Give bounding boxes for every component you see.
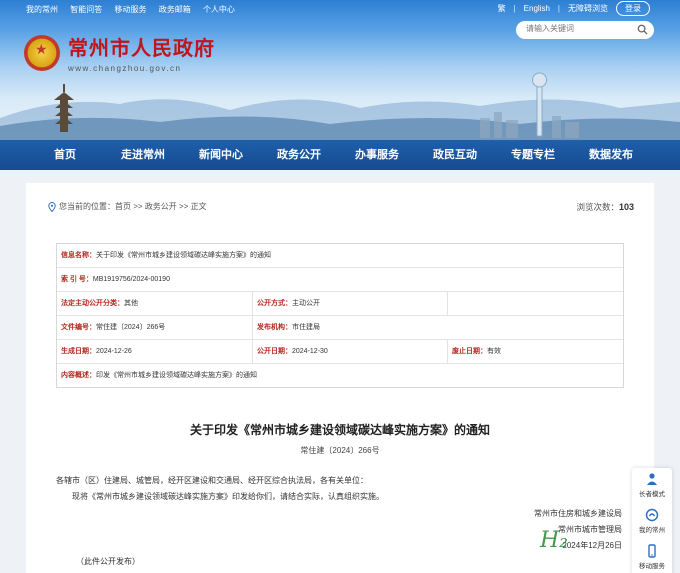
info-row: 生成日期：2024-12-26 公开日期：2024-12-30 废止日期：有效	[57, 340, 623, 364]
summary-label: 内容概述：	[61, 372, 96, 379]
publish-date-value: 2024-12-30	[292, 348, 328, 355]
top-link-my-changzhou[interactable]: 我的常州	[26, 5, 58, 14]
breadcrumb-prefix: 您当前的位置：	[59, 202, 115, 211]
info-name-label: 信息名称：	[61, 252, 96, 259]
info-row: 信息名称：关于印发《常州市城乡建设领域碳达峰实施方案》的通知	[57, 244, 623, 268]
article-doc-number: 常住建〔2024〕266号	[300, 446, 380, 455]
publication-note: （此件公开发布）	[76, 557, 140, 566]
top-bar: 我的常州 智能问答 移动服务 政务邮箱 个人中心 繁 | English | 无…	[0, 0, 680, 18]
separator: |	[557, 4, 560, 13]
top-link-gov-mail[interactable]: 政务邮箱	[159, 5, 191, 14]
open-mode-label: 公开方式：	[257, 300, 292, 307]
breadcrumb-current: 正文	[190, 202, 207, 211]
my-changzhou-label: 我的常州	[639, 527, 665, 534]
separator: |	[513, 4, 516, 13]
doc-no-label: 文件编号：	[61, 324, 96, 331]
nav-services[interactable]: 办事服务	[338, 140, 416, 170]
doc-no-value: 常住建〔2024〕266号	[96, 324, 166, 331]
issuer-label: 发布机构：	[257, 324, 292, 331]
nav-home[interactable]: 首页	[26, 140, 104, 170]
category-label: 法定主动公开分类：	[61, 300, 124, 307]
view-count-value: 103	[618, 202, 634, 212]
view-count-label: 浏览次数：	[576, 202, 619, 212]
top-link-smart-qa[interactable]: 智能问答	[70, 5, 102, 14]
signature-date: 2024年12月26日	[562, 541, 622, 550]
my-changzhou-button[interactable]: 我的常州	[632, 504, 672, 540]
info-row: 法定主动公开分类：其他 公开方式：主动公开	[57, 292, 623, 316]
breadcrumb-home[interactable]: 首页	[115, 201, 131, 212]
issuer-value: 市住建局	[292, 324, 320, 331]
signature-issuer-1: 常州市住房和城乡建设局	[534, 509, 622, 518]
generated-date-value: 2024-12-26	[96, 348, 132, 355]
top-links: 我的常州 智能问答 移动服务 政务邮箱 个人中心	[26, 4, 245, 15]
top-right-tools: 繁 | English | 无障碍浏览 登录	[494, 1, 654, 16]
site-logo[interactable]: 常州市人民政府 www.changzhou.gov.cn	[24, 32, 215, 73]
accessibility-link[interactable]: 无障碍浏览	[568, 3, 608, 14]
info-row: 文件编号：常住建〔2024〕266号 发布机构：市住建局	[57, 316, 623, 340]
info-row: 索 引 号：MB1919756/2024-00190	[57, 268, 623, 292]
publish-date-label: 公开日期：	[257, 348, 292, 355]
elder-mode-label: 长者模式	[639, 491, 665, 498]
watermark-logo: H₂	[540, 528, 569, 553]
breadcrumb-separator: >>	[133, 202, 143, 211]
info-row: 内容概述：印发《常州市城乡建设领域碳达峰实施方案》的通知	[57, 364, 623, 388]
generated-date-label: 生成日期：	[61, 348, 96, 355]
top-link-personal-center[interactable]: 个人中心	[203, 5, 235, 14]
nav-news[interactable]: 新闻中心	[182, 140, 260, 170]
mobile-service-label: 移动服务	[639, 563, 665, 570]
index-label: 索 引 号：	[61, 276, 93, 283]
main-nav: 首页 走进常州 新闻中心 政务公开 办事服务 政民互动 专题专栏 数据发布	[0, 140, 680, 170]
national-emblem-icon	[24, 34, 60, 71]
login-button[interactable]: 登录	[616, 1, 650, 16]
site-header: 常州市人民政府 www.changzhou.gov.cn	[0, 0, 680, 140]
traditional-chinese-link[interactable]: 繁	[498, 3, 506, 14]
elder-mode-icon	[647, 473, 657, 485]
article-paragraph: 现将《常州市城乡建设领域碳达峰实施方案》印发给你们，请结合实际，认真组织实施。	[72, 492, 384, 501]
category-value: 其他	[124, 300, 138, 307]
side-toolbar: 长者模式 我的常州 移动服务	[632, 468, 672, 573]
article-addressee: 各辖市（区）住建局、城管局，经开区建设和交通局、经开区综合执法局，各有关单位：	[56, 476, 368, 485]
mobile-phone-icon	[648, 544, 656, 558]
abolish-date-value: 有效	[487, 348, 501, 355]
index-value: MB1919756/2024-00190	[92, 276, 170, 283]
abolish-date-label: 废止日期：	[452, 348, 487, 355]
nav-interaction[interactable]: 政民互动	[416, 140, 494, 170]
breadcrumb: 您当前的位置： 首页 >> 政务公开 >> 正文	[48, 201, 207, 212]
search-icon[interactable]	[637, 24, 648, 35]
search-box	[516, 21, 654, 39]
article-card: 您当前的位置： 首页 >> 政务公开 >> 正文 浏览次数：103 信息名称：关…	[26, 183, 654, 573]
nav-gov-affairs[interactable]: 政务公开	[260, 140, 338, 170]
info-table: 信息名称：关于印发《常州市城乡建设领域碳达峰实施方案》的通知 索 引 号：MB1…	[56, 243, 624, 388]
summary-value: 印发《常州市城乡建设领域碳达峰实施方案》的通知	[96, 372, 257, 379]
site-url: www.changzhou.gov.cn	[68, 64, 182, 73]
article-title: 关于印发《常州市城乡建设领域碳达峰实施方案》的通知	[189, 423, 490, 437]
my-changzhou-icon	[645, 508, 659, 522]
search-input[interactable]	[526, 24, 636, 33]
breadcrumb-separator: >>	[179, 202, 189, 211]
location-pin-icon	[48, 201, 56, 212]
site-title: 常州市人民政府	[68, 36, 215, 60]
top-link-mobile-service[interactable]: 移动服务	[114, 5, 146, 14]
mobile-service-button[interactable]: 移动服务	[632, 540, 672, 573]
view-count: 浏览次数：103	[576, 201, 634, 213]
open-mode-value: 主动公开	[292, 300, 320, 307]
english-link[interactable]: English	[524, 4, 550, 13]
info-name-value: 关于印发《常州市城乡建设领域碳达峰实施方案》的通知	[96, 252, 271, 259]
elder-mode-button[interactable]: 长者模式	[632, 468, 672, 504]
nav-topics[interactable]: 专题专栏	[494, 140, 572, 170]
nav-about-changzhou[interactable]: 走进常州	[104, 140, 182, 170]
breadcrumb-gov-affairs[interactable]: 政务公开	[145, 201, 177, 212]
nav-data[interactable]: 数据发布	[572, 140, 650, 170]
